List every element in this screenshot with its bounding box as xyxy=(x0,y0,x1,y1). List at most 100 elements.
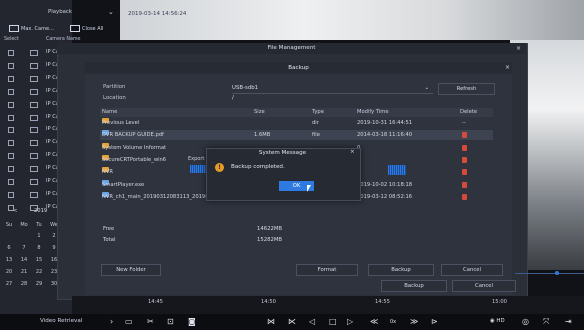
tag-icon[interactable]: ⊡ xyxy=(167,316,174,328)
calendar-day[interactable]: 27 xyxy=(3,279,15,290)
camera-checkbox[interactable] xyxy=(8,50,14,56)
camera-switch-icon[interactable]: ◎ xyxy=(522,316,529,328)
hd-toggle[interactable]: ◉ HD xyxy=(490,318,505,324)
camera-checkbox[interactable] xyxy=(8,140,14,147)
fullscreen-icon[interactable]: ⤧ xyxy=(543,316,549,328)
file-row[interactable]: DVR BACKUP GUIDE.pdf 1.6MB file 2014-03-18 … xyxy=(100,130,493,141)
mouse-cursor-icon xyxy=(307,185,311,192)
camera-checkbox[interactable] xyxy=(8,101,14,108)
play-icon[interactable]: ▷ xyxy=(347,316,353,328)
camera-checkbox[interactable] xyxy=(8,153,14,160)
camera-icon xyxy=(30,179,38,185)
exit-icon[interactable]: ⇥ xyxy=(565,316,572,328)
camera-checkbox[interactable] xyxy=(8,75,14,82)
video-preview xyxy=(120,0,584,40)
location-label: Location xyxy=(103,95,126,101)
file-type-cell: file xyxy=(312,132,320,139)
partition-select[interactable]: USB-sdb1 ⌄ xyxy=(232,84,433,94)
free-value: 14622MB xyxy=(257,226,283,232)
calendar-day[interactable]: 1 xyxy=(33,231,45,242)
camera-checkbox[interactable] xyxy=(8,62,14,69)
timeline-track xyxy=(515,273,584,274)
export-progress-right xyxy=(388,165,406,175)
trash-icon[interactable] xyxy=(462,132,467,139)
trash-icon[interactable] xyxy=(462,144,467,151)
trash-icon[interactable] xyxy=(462,181,467,188)
max-camera-button[interactable]: Max. Came... xyxy=(9,24,54,34)
step-forward-icon[interactable]: ⋉ xyxy=(288,316,296,328)
cancel-button[interactable]: Cancel xyxy=(441,264,503,276)
clip-icon[interactable]: ▭ xyxy=(125,316,133,328)
camera-checkbox[interactable] xyxy=(8,166,14,173)
calendar-prev-button[interactable]: < xyxy=(13,208,17,214)
new-folder-button[interactable]: New Folder xyxy=(101,264,161,276)
video-timestamp: 2019-03-14 14:56:24 xyxy=(128,11,187,17)
calendar-day[interactable]: 29 xyxy=(33,279,45,290)
outer-backup-button[interactable]: Backup xyxy=(381,280,447,292)
trash-icon[interactable] xyxy=(462,156,467,163)
camera-checkbox[interactable] xyxy=(8,114,14,121)
close-all-button[interactable]: Close All xyxy=(70,24,103,34)
expand-arrow-icon[interactable]: › xyxy=(110,316,113,328)
fast-forward-icon[interactable]: ≫ xyxy=(410,316,418,328)
calendar-day[interactable]: 6 xyxy=(3,243,15,254)
camera-checkbox[interactable] xyxy=(8,88,14,95)
calendar-day[interactable]: 8 xyxy=(33,243,45,254)
camera-icon xyxy=(30,75,38,82)
camera-icon xyxy=(30,166,38,173)
trash-icon[interactable] xyxy=(462,193,467,200)
outer-cancel-button[interactable]: Cancel xyxy=(452,280,516,292)
camera-icon xyxy=(30,191,38,198)
free-space: Free 14622MB xyxy=(103,226,303,232)
close-window-icon xyxy=(70,25,80,32)
calendar-day[interactable]: 15 xyxy=(33,255,45,266)
scissors-icon[interactable]: ✂ xyxy=(147,316,154,328)
camera-name-column-header: Camera Name xyxy=(46,37,81,42)
rewind-icon[interactable]: ≪ xyxy=(370,316,378,328)
trash-icon[interactable] xyxy=(462,169,467,176)
format-button[interactable]: Format xyxy=(296,264,358,276)
step-back-icon[interactable]: ⋈ xyxy=(267,316,275,328)
calendar-day[interactable]: 7 xyxy=(18,243,30,254)
weekday-label: Mo xyxy=(20,222,28,228)
backup-close-icon[interactable]: × xyxy=(505,64,510,71)
file-row[interactable]: Previous Level dir 2019-10-31 16:44:51 -- xyxy=(100,118,493,128)
calendar-day[interactable]: 13 xyxy=(3,255,15,266)
backup-button[interactable]: Backup xyxy=(368,264,434,276)
calendar-day[interactable]: 20 xyxy=(3,267,15,278)
system-message-close-icon[interactable]: × xyxy=(350,149,355,155)
free-label: Free xyxy=(103,226,115,232)
partition-value: USB-sdb1 xyxy=(232,85,259,91)
snapshot-icon[interactable]: ◙ xyxy=(188,316,196,328)
reverse-play-icon[interactable]: ◁ xyxy=(309,316,315,328)
backup-title: Backup xyxy=(85,62,512,74)
refresh-button[interactable]: Refresh xyxy=(438,83,495,95)
sidebar-title: Playback xyxy=(47,9,73,15)
location-value: / xyxy=(232,95,234,101)
chevron-down-icon: ⌄ xyxy=(424,85,429,91)
calendar-year: 2019 xyxy=(34,208,48,214)
camera-icon xyxy=(30,127,38,134)
calendar-day[interactable]: 14 xyxy=(18,255,30,266)
sidebar-chevron-icon[interactable]: ⌄ xyxy=(108,8,114,16)
next-frame-icon[interactable]: ⊳ xyxy=(431,316,438,328)
camera-icon xyxy=(30,153,38,160)
camera-icon xyxy=(30,140,38,147)
name-column-header: Name xyxy=(102,109,118,115)
weekday-label: Su xyxy=(5,222,13,228)
modify-time-column-header: Modify Time xyxy=(357,109,389,115)
camera-icon xyxy=(30,101,38,108)
camera-checkbox[interactable] xyxy=(8,127,14,134)
file-management-close-icon[interactable]: × xyxy=(516,45,521,52)
timeline-marker[interactable] xyxy=(555,271,559,275)
camera-checkbox[interactable] xyxy=(8,191,14,198)
stop-icon[interactable]: □ xyxy=(329,316,337,328)
export-dialog-label: Export xyxy=(188,156,205,162)
speed-label: 0x xyxy=(390,319,397,325)
timeline-tick-label: 15:00 xyxy=(492,299,507,305)
calendar-day[interactable]: 21 xyxy=(18,267,30,278)
calendar-day[interactable]: 28 xyxy=(18,279,30,290)
camera-icon xyxy=(30,62,38,69)
calendar-day[interactable]: 22 xyxy=(33,267,45,278)
camera-checkbox[interactable] xyxy=(8,179,14,185)
